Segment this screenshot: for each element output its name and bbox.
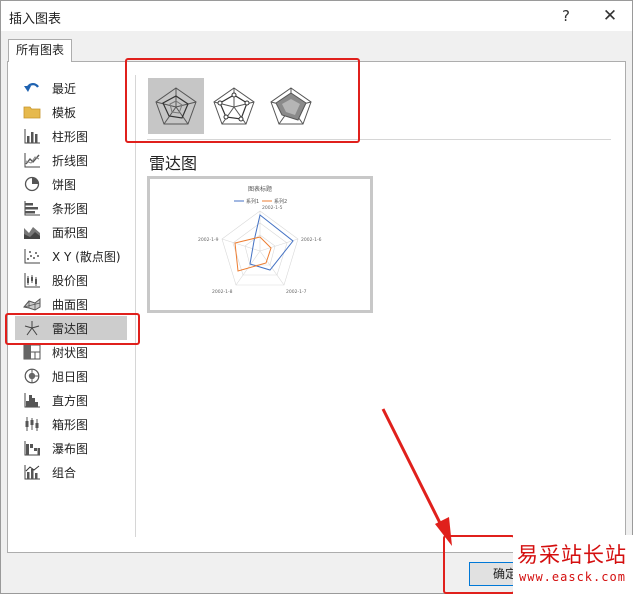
- sidebar-item-label: 柱形图: [52, 129, 89, 144]
- axis-label: 2002-1-6: [301, 237, 322, 243]
- waterfall-chart-icon: [24, 441, 40, 456]
- sidebar-item-label: 树状图: [52, 345, 89, 360]
- box-whisker-chart-icon: [25, 417, 39, 431]
- radar-preview-chart: 图表标题 系列1 系列2 2002-1-5 2002-1-6 2002-1-7 …: [198, 185, 322, 295]
- dialog-title: 插入图表: [9, 12, 62, 27]
- sidebar-item-label: 雷达图: [52, 321, 89, 336]
- chart-type-heading: 雷达图: [149, 154, 198, 173]
- sidebar-item-box-whisker[interactable]: 箱形图: [15, 412, 135, 436]
- sidebar-item-radar[interactable]: 雷达图: [15, 316, 127, 340]
- sidebar-item-histogram[interactable]: 直方图: [15, 388, 135, 412]
- sidebar-item-combo[interactable]: 组合: [15, 460, 135, 484]
- area-chart-icon: [24, 227, 40, 239]
- sidebar-item-line[interactable]: 折线图: [15, 148, 135, 172]
- title-bar: 插入图表 ? ✕: [1, 1, 632, 31]
- folder-icon: [23, 106, 41, 119]
- line-chart-icon: [24, 153, 40, 168]
- sidebar-item-treemap[interactable]: 树状图: [15, 340, 135, 364]
- histogram-chart-icon: [24, 393, 40, 408]
- chart-preview[interactable]: 图表标题 系列1 系列2 2002-1-5 2002-1-6 2002-1-7 …: [147, 176, 373, 313]
- preview-title: 图表标题: [248, 185, 272, 193]
- subtype-radar-with-markers[interactable]: [206, 78, 262, 134]
- radar-markers-icon: [213, 87, 255, 125]
- tab-all-charts[interactable]: 所有图表: [8, 39, 72, 62]
- combo-chart-icon: [24, 465, 40, 480]
- radar-chart-icon: [24, 321, 40, 336]
- sidebar-item-recent[interactable]: 最近: [15, 76, 135, 100]
- sidebar-item-label: 饼图: [52, 177, 77, 192]
- radar-icon: [155, 87, 197, 125]
- surface-chart-icon: [23, 297, 41, 311]
- sidebar-item-column[interactable]: 柱形图: [15, 124, 135, 148]
- sidebar-item-label: 瀑布图: [52, 441, 89, 456]
- sidebar-item-scatter[interactable]: X Y (散点图): [15, 244, 135, 268]
- stock-chart-icon: [24, 273, 40, 288]
- sidebar-item-label: 股价图: [52, 273, 89, 288]
- subtype-filled-radar[interactable]: [263, 78, 319, 134]
- insert-chart-dialog: 插入图表 ? ✕ 所有图表 最近 模板 柱形图 折线图 饼图 条形图 面积图 X…: [0, 0, 633, 594]
- subtype-divider: [147, 139, 611, 140]
- sidebar-item-label: X Y (散点图): [52, 249, 121, 264]
- bar-chart-icon: [24, 201, 40, 216]
- sidebar-item-label: 旭日图: [52, 369, 89, 384]
- axis-label: 2002-1-7: [286, 289, 307, 295]
- close-button[interactable]: ✕: [595, 3, 625, 29]
- sidebar-item-stock[interactable]: 股价图: [15, 268, 135, 292]
- sidebar-item-surface[interactable]: 曲面图: [15, 292, 135, 316]
- axis-label: 2002-1-8: [212, 289, 233, 295]
- sidebar-item-area[interactable]: 面积图: [15, 220, 135, 244]
- sidebar-item-label: 面积图: [52, 225, 89, 240]
- sidebar-item-waterfall[interactable]: 瀑布图: [15, 436, 135, 460]
- filled-radar-icon: [270, 87, 312, 125]
- watermark-url: www.easck.com: [519, 570, 626, 584]
- sidebar-item-label: 直方图: [52, 393, 89, 408]
- sidebar-item-templates[interactable]: 模板: [15, 100, 135, 124]
- sidebar-item-label: 箱形图: [52, 417, 89, 432]
- sidebar-item-label: 曲面图: [52, 297, 89, 312]
- sidebar-item-label: 折线图: [52, 153, 89, 168]
- subtype-radar[interactable]: [148, 78, 204, 134]
- watermark: 易采站长站 www.easck.com: [513, 535, 633, 594]
- radar-grid: [221, 210, 299, 286]
- watermark-text: 易采站长站: [517, 543, 627, 567]
- sidebar-item-label: 条形图: [52, 201, 89, 216]
- sidebar-item-bar[interactable]: 条形图: [15, 196, 135, 220]
- help-button[interactable]: ?: [552, 3, 580, 29]
- scatter-chart-icon: [24, 249, 40, 264]
- sidebar-item-label: 组合: [52, 465, 77, 480]
- pie-chart-icon: [24, 176, 40, 192]
- sunburst-chart-icon: [24, 368, 40, 384]
- sidebar-item-label: 模板: [52, 105, 77, 120]
- column-chart-icon: [24, 129, 40, 144]
- axis-label: 2002-1-9: [198, 237, 219, 243]
- sidebar-item-label: 最近: [52, 81, 77, 96]
- sidebar-item-sunburst[interactable]: 旭日图: [15, 364, 135, 388]
- undo-arrow-icon: [24, 83, 39, 92]
- legend-label-1: 系列1: [246, 198, 259, 205]
- axis-label: 2002-1-5: [262, 205, 283, 211]
- sidebar-divider: [135, 75, 136, 537]
- sidebar-item-pie[interactable]: 饼图: [15, 172, 135, 196]
- legend-label-2: 系列2: [274, 198, 287, 205]
- chart-type-list: 最近 模板 柱形图 折线图 饼图 条形图 面积图 X Y (散点图) 股价图 曲…: [15, 76, 135, 484]
- treemap-chart-icon: [23, 344, 41, 360]
